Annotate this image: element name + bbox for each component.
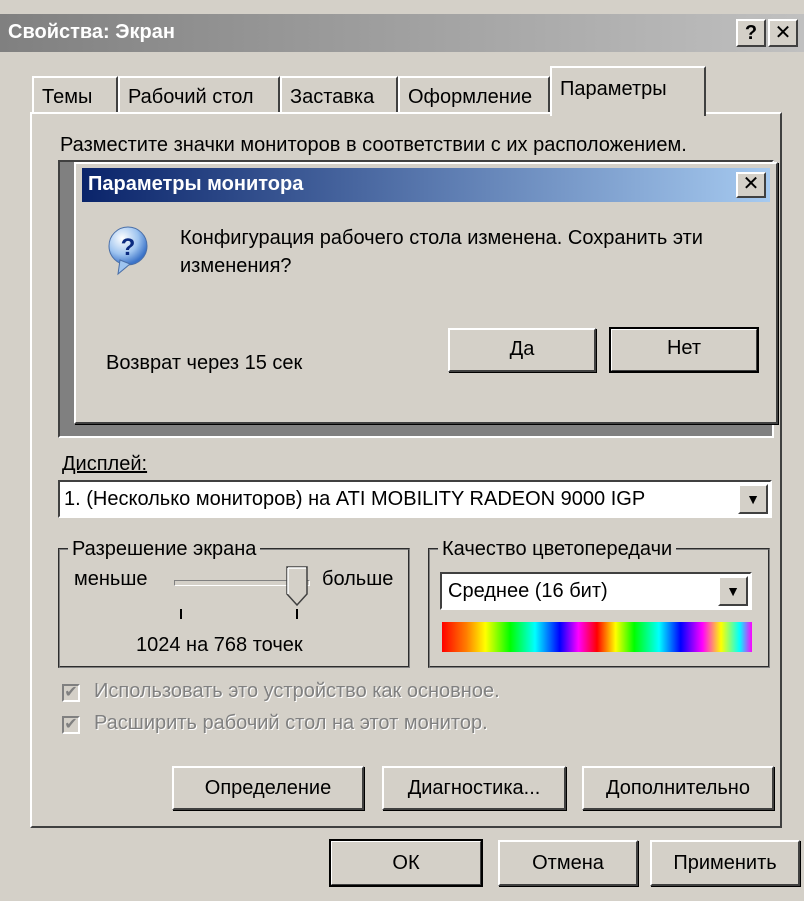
no-button[interactable]: Нет: [609, 327, 759, 373]
help-button[interactable]: ?: [736, 19, 766, 47]
dialog-title: Параметры монитора: [88, 173, 304, 195]
resolution-less-label: меньше: [74, 568, 148, 590]
revert-countdown: Возврат через 15 сек: [106, 352, 303, 374]
color-quality-value: Среднее (16 бит): [448, 580, 608, 602]
svg-text:?: ?: [121, 234, 136, 261]
display-properties-window: Свойства: Экран ? ✕ Темы Рабочий стол За…: [0, 0, 804, 901]
tab-settings[interactable]: Параметры: [550, 66, 706, 116]
primary-device-label: Использовать это устройство как основное…: [94, 680, 500, 702]
resolution-group-title: Разрешение экрана: [68, 538, 261, 561]
extend-desktop-label: Расширить рабочий стол на этот монитор.: [94, 712, 488, 734]
troubleshoot-button[interactable]: Диагностика...: [382, 766, 566, 810]
color-quality-select[interactable]: Среднее (16 бит) ▼: [440, 572, 752, 610]
display-select[interactable]: 1. (Несколько мониторов) на ATI MOBILITY…: [58, 480, 772, 518]
cancel-button[interactable]: Отмена: [498, 840, 638, 886]
dialog-close-button[interactable]: ✕: [736, 172, 766, 198]
advanced-button[interactable]: Дополнительно: [582, 766, 774, 810]
window-close-button[interactable]: ✕: [768, 19, 798, 47]
yes-button[interactable]: Да: [448, 328, 596, 372]
apply-button[interactable]: Применить: [650, 840, 800, 886]
slider-tick: [296, 609, 298, 619]
tab-desktop[interactable]: Рабочий стол: [118, 76, 280, 112]
dialog-titlebar[interactable]: Параметры монитора ✕: [82, 168, 770, 202]
display-select-value: 1. (Несколько мониторов) на ATI MOBILITY…: [64, 488, 646, 510]
primary-device-checkbox[interactable]: ✔: [62, 684, 80, 702]
chevron-down-icon[interactable]: ▼: [718, 576, 748, 606]
display-label-text: Дисплей:: [62, 453, 148, 475]
tab-appearance[interactable]: Оформление: [398, 76, 550, 112]
tab-themes[interactable]: Темы: [32, 76, 118, 112]
question-icon: ?: [108, 226, 148, 276]
resolution-more-label: больше: [322, 568, 394, 590]
tab-screensaver[interactable]: Заставка: [280, 76, 398, 112]
resolution-value: 1024 на 768 точек: [136, 634, 303, 656]
ok-button[interactable]: ОК: [329, 839, 483, 887]
monitor-instruction: Разместите значки мониторов в соответств…: [60, 134, 687, 156]
color-spectrum-bar: [442, 622, 752, 652]
chevron-down-icon[interactable]: ▼: [738, 484, 768, 514]
window-title: Свойства: Экран: [8, 21, 175, 43]
extend-desktop-checkbox[interactable]: ✔: [62, 716, 80, 734]
dialog-message: Конфигурация рабочего стола изменена. Со…: [180, 227, 703, 277]
color-quality-group-title: Качество цветопередачи: [438, 538, 677, 561]
window-titlebar[interactable]: Свойства: Экран ? ✕: [0, 14, 804, 52]
slider-tick: [180, 609, 182, 619]
resolution-slider-thumb[interactable]: [286, 566, 308, 606]
identify-button[interactable]: Определение: [172, 766, 364, 810]
display-label: Дисплей:: [62, 453, 147, 476]
monitor-settings-dialog: Параметры монитора ✕ ? Конфигурация рабо…: [74, 162, 778, 424]
